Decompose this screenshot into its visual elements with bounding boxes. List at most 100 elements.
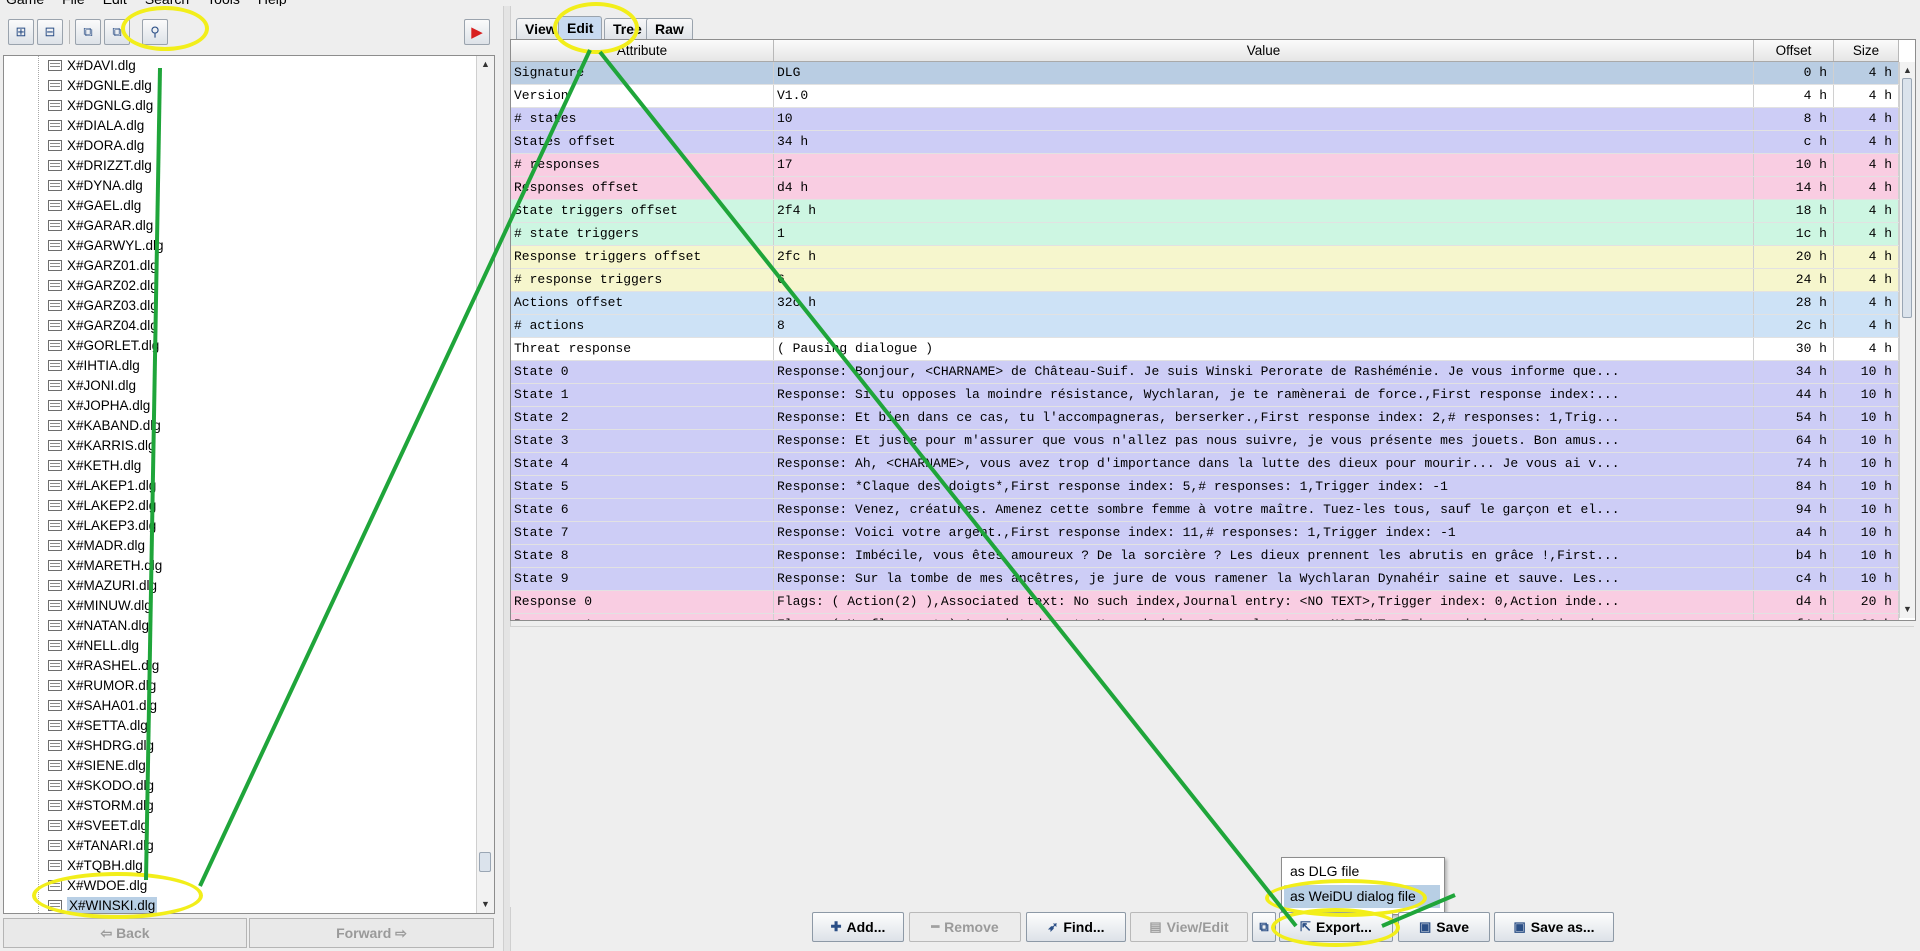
save-as-button[interactable]: ▣ Save as... bbox=[1494, 912, 1614, 942]
tab-raw[interactable]: Raw bbox=[646, 18, 693, 39]
tree-scroll-thumb[interactable] bbox=[479, 852, 491, 872]
paste-button[interactable]: ⧉ bbox=[104, 19, 130, 45]
table-row[interactable]: Actions offset 32c h 28 h4 h bbox=[511, 292, 1899, 315]
tree-item[interactable]: X#GARZ04.dlg bbox=[48, 316, 158, 336]
table-row[interactable]: # responses 17 10 h4 h bbox=[511, 154, 1899, 177]
tree-item[interactable]: X#DIALA.dlg bbox=[48, 116, 144, 136]
back-button[interactable]: ⇦ Back bbox=[3, 918, 247, 948]
tree-item[interactable]: X#GORLET.dlg bbox=[48, 336, 159, 356]
table-row[interactable]: States offset 34 hc h4 h bbox=[511, 131, 1899, 154]
tree-item[interactable]: X#LAKEP3.dlg bbox=[48, 516, 156, 536]
tree-item[interactable]: X#KABAND.dlg bbox=[48, 416, 161, 436]
tab-tree[interactable]: Tree bbox=[604, 18, 651, 39]
copy-button[interactable]: ⧉ bbox=[75, 19, 101, 45]
table-row[interactable]: # response triggers 6 24 h4 h bbox=[511, 269, 1899, 292]
remove-button[interactable]: ━ Remove bbox=[909, 912, 1021, 942]
expand-all-button[interactable]: ⊞ bbox=[8, 19, 34, 45]
run-button[interactable]: ▶ bbox=[464, 19, 490, 45]
tree-item[interactable]: X#MARETH.dlg bbox=[48, 556, 162, 576]
structure-table[interactable]: Attribute Value Offset Size Signature DLG… bbox=[510, 39, 1916, 621]
tree-item[interactable]: X#WDOE.dlg bbox=[48, 876, 147, 896]
table-row[interactable]: State 9 Response: Sur la tombe de mes anc… bbox=[511, 568, 1899, 591]
find-button[interactable]: ➶ Find... bbox=[1026, 912, 1126, 942]
tree-item[interactable]: X#KETH.dlg bbox=[48, 456, 141, 476]
tree-item[interactable]: X#DYNA.dlg bbox=[48, 176, 143, 196]
tree-item[interactable]: X#SVEET.dlg bbox=[48, 816, 148, 836]
table-row[interactable]: State 3 Response: Et juste pour m'assurer… bbox=[511, 430, 1899, 453]
table-row[interactable]: State triggers offset 2f4 h 18 h4 h bbox=[511, 200, 1899, 223]
tree-item[interactable]: X#WINSKI.dlg bbox=[48, 896, 158, 913]
table-row[interactable]: Response 1Flags: ( No flags set ),Associ… bbox=[511, 614, 1899, 620]
add-button[interactable]: ✚ Add... bbox=[812, 912, 904, 942]
table-row[interactable]: State 5 Response: *Claque des doigts*,Fir… bbox=[511, 476, 1899, 499]
table-row[interactable]: Threat response( Pausing dialogue ) 30 h4… bbox=[511, 338, 1899, 361]
small-action-button[interactable]: ⧉ bbox=[1252, 912, 1276, 942]
tree-item[interactable]: X#GARAR.dlg bbox=[48, 216, 153, 236]
tree-item[interactable]: X#JOPHA.dlg bbox=[48, 396, 150, 416]
table-row[interactable]: # actions 8 2c h4 h bbox=[511, 315, 1899, 338]
export-button[interactable]: ⇱ Export... bbox=[1279, 912, 1393, 942]
tree-scrollbar[interactable]: ▲ ▼ bbox=[476, 56, 494, 913]
table-row[interactable]: # state triggers 1 1c h4 h bbox=[511, 223, 1899, 246]
tree-item[interactable]: X#SAHA01.dlg bbox=[48, 696, 157, 716]
table-row[interactable]: State 8 Response: Imbécile, vous êtes amo… bbox=[511, 545, 1899, 568]
table-row[interactable]: Response 0 Flags: ( Action(2) ),Associate… bbox=[511, 591, 1899, 614]
table-row[interactable]: State 1 Response: Si tu opposes la moindr… bbox=[511, 384, 1899, 407]
tree-item[interactable]: X#GARWYL.dlg bbox=[48, 236, 164, 256]
tree-item[interactable]: X#DGNLE.dlg bbox=[48, 76, 152, 96]
view-edit-button[interactable]: ▤ View/Edit bbox=[1130, 912, 1248, 942]
tree-item[interactable]: X#DORA.dlg bbox=[48, 136, 144, 156]
tree-item[interactable]: X#SKODO.dlg bbox=[48, 776, 154, 796]
table-row[interactable]: Responses offset d4 h 14 h4 h bbox=[511, 177, 1899, 200]
export-as-dlg-item[interactable]: as DLG file bbox=[1284, 860, 1440, 883]
tree-item[interactable]: X#SHDRG.dlg bbox=[48, 736, 154, 756]
tree-item[interactable]: X#NATAN.dlg bbox=[48, 616, 149, 636]
tree-item[interactable]: X#MAZURI.dlg bbox=[48, 576, 157, 596]
tree-item[interactable]: X#SIENE.dlg bbox=[48, 756, 146, 776]
tree-item[interactable]: X#RUMOR.dlg bbox=[48, 676, 156, 696]
table-row[interactable]: Response triggers offset 2fc h 20 h4 h bbox=[511, 246, 1899, 269]
tree-item[interactable]: X#KARRIS.dlg bbox=[48, 436, 156, 456]
tree-item[interactable]: X#TQBH.dlg bbox=[48, 856, 143, 876]
tree-item[interactable]: X#GARZ02.dlg bbox=[48, 276, 158, 296]
tree-item[interactable]: X#LAKEP1.dlg bbox=[48, 476, 156, 496]
tab-edit[interactable]: Edit bbox=[558, 16, 603, 39]
tree-item[interactable]: X#GARZ03.dlg bbox=[48, 296, 158, 316]
resource-tree[interactable]: X#DAVI.dlg X#DGNLE.dlg X#DGNLG.dlg X#DIALA.… bbox=[3, 55, 495, 914]
export-as-weidu-item[interactable]: as WeiDU dialog file bbox=[1284, 885, 1440, 908]
tree-item[interactable]: X#DRIZZT.dlg bbox=[48, 156, 152, 176]
table-row[interactable]: State 6 Response: Venez, créatures. Amene… bbox=[511, 499, 1899, 522]
table-row[interactable]: State 0 Response: Bonjour, <CHARNAME> de … bbox=[511, 361, 1899, 384]
table-row[interactable]: Signature DLG 0 h4 h bbox=[511, 62, 1899, 85]
tree-item[interactable]: X#DGNLG.dlg bbox=[48, 96, 153, 116]
column-header-size[interactable]: Size bbox=[1834, 40, 1899, 61]
collapse-all-button[interactable]: ⊟ bbox=[37, 19, 63, 45]
column-header-attribute[interactable]: Attribute bbox=[511, 40, 774, 61]
tree-item[interactable]: X#GARZ01.dlg bbox=[48, 256, 158, 276]
column-header-value[interactable]: Value bbox=[774, 40, 1754, 61]
table-row[interactable]: State 7 Response: Voici votre argent.,Fir… bbox=[511, 522, 1899, 545]
scroll-up-arrow-icon[interactable]: ▲ bbox=[1900, 62, 1915, 79]
tree-item[interactable]: X#IHTIA.dlg bbox=[48, 356, 140, 376]
tree-item[interactable]: X#NELL.dlg bbox=[48, 636, 139, 656]
table-scroll-thumb[interactable] bbox=[1902, 78, 1912, 318]
tree-item[interactable]: X#MINUW.dlg bbox=[48, 596, 152, 616]
table-row[interactable]: # states 10 8 h4 h bbox=[511, 108, 1899, 131]
tree-item[interactable]: X#TANARI.dlg bbox=[48, 836, 154, 856]
scroll-down-arrow-icon[interactable]: ▼ bbox=[1900, 601, 1915, 618]
column-header-offset[interactable]: Offset bbox=[1754, 40, 1834, 61]
tree-item[interactable]: X#LAKEP2.dlg bbox=[48, 496, 156, 516]
tree-item[interactable]: X#SETTA.dlg bbox=[48, 716, 148, 736]
tree-item[interactable]: X#MADR.dlg bbox=[48, 536, 145, 556]
forward-button[interactable]: Forward ⇨ bbox=[249, 918, 494, 948]
table-row[interactable]: State 4 Response: Ah, <CHARNAME>, vous av… bbox=[511, 453, 1899, 476]
tree-item[interactable]: X#JONI.dlg bbox=[48, 376, 136, 396]
save-button[interactable]: ▣ Save bbox=[1398, 912, 1490, 942]
scroll-down-arrow-icon[interactable]: ▼ bbox=[477, 896, 494, 913]
tree-item[interactable]: X#DAVI.dlg bbox=[48, 56, 136, 76]
scroll-up-arrow-icon[interactable]: ▲ bbox=[477, 56, 494, 73]
tree-item[interactable]: X#STORM.dlg bbox=[48, 796, 154, 816]
table-row[interactable]: Version V1.0 4 h4 h bbox=[511, 85, 1899, 108]
tree-item[interactable]: X#GAEL.dlg bbox=[48, 196, 141, 216]
table-row[interactable]: State 2 Response: Et bien dans ce cas, tu… bbox=[511, 407, 1899, 430]
